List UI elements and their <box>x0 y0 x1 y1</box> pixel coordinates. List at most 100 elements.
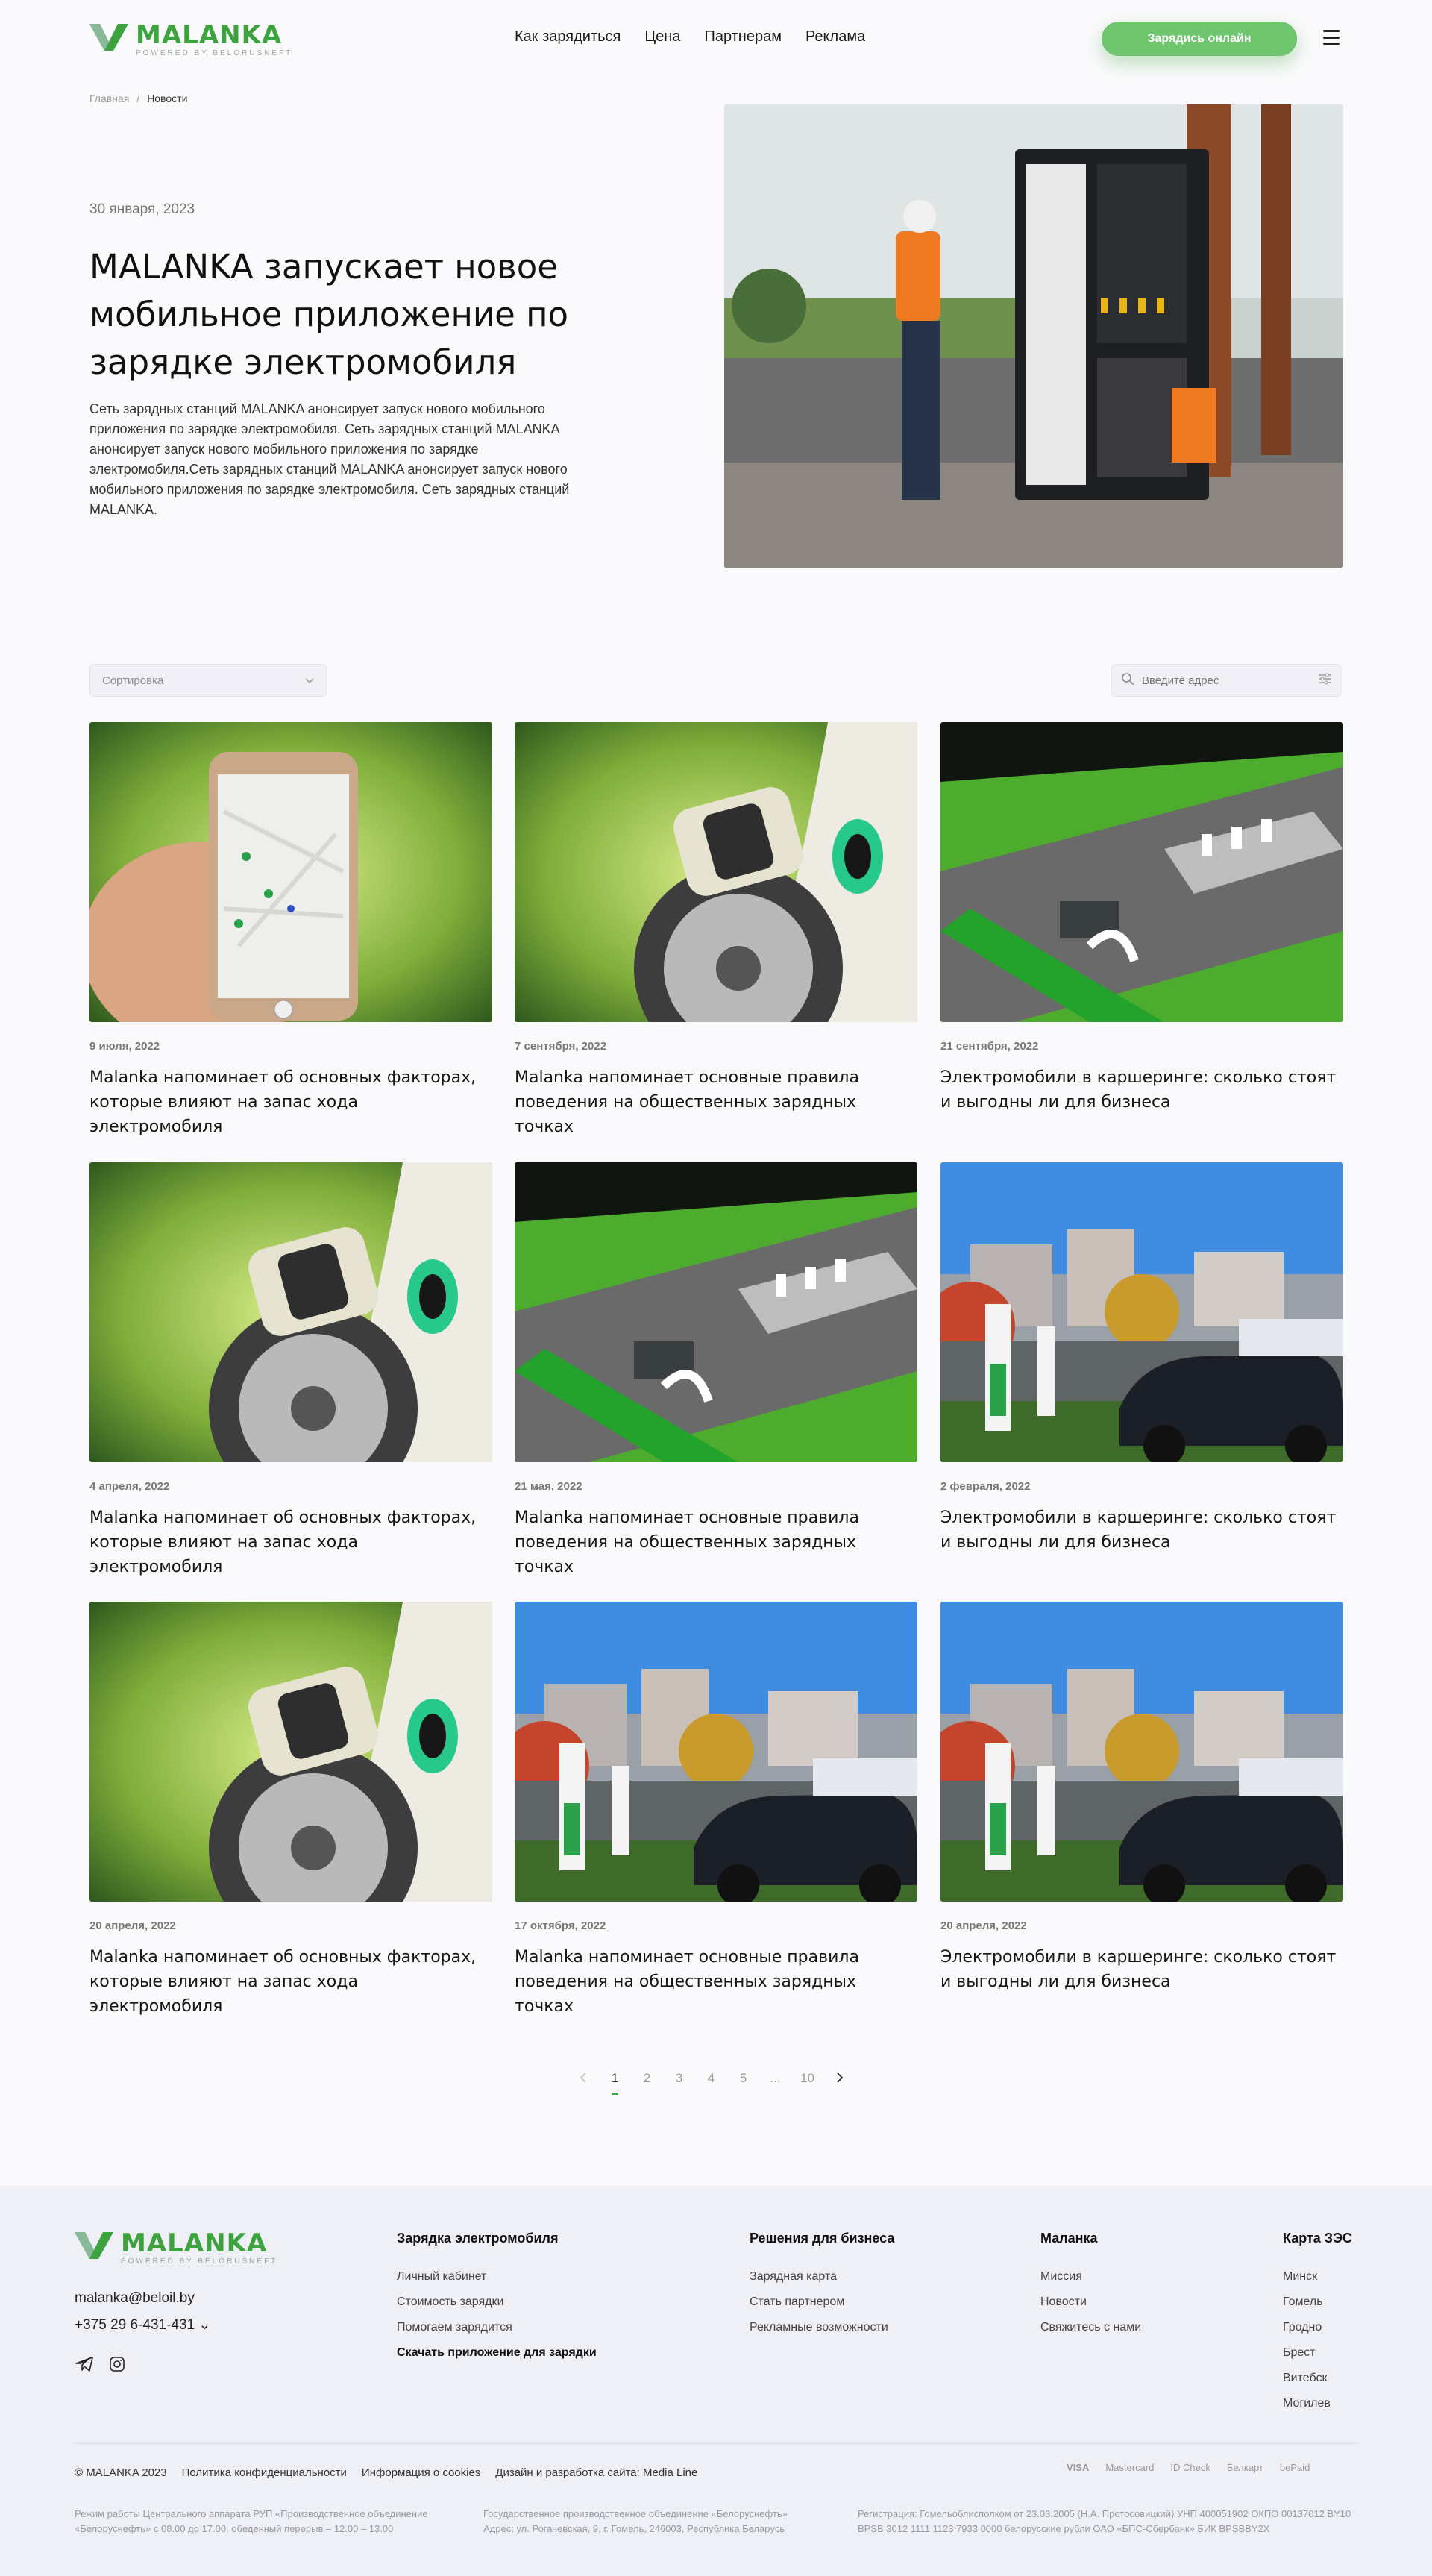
footer-link[interactable]: Минск <box>1283 2270 1352 2284</box>
news-card-date: 2 февраля, 2022 <box>940 1480 1031 1493</box>
nav-partners[interactable]: Партнерам <box>704 28 782 46</box>
logo-mark-icon <box>90 24 128 51</box>
download-app-link[interactable]: Скачать приложение для зарядки <box>397 2346 597 2360</box>
page-ellipsis: ... <box>770 2071 781 2085</box>
mastercard-logo: Mastercard <box>1105 2462 1155 2473</box>
nav-price[interactable]: Цена <box>644 28 680 46</box>
news-card-title[interactable]: Электромобили в каршеринге: сколько стоя… <box>940 1505 1343 1555</box>
page-link-2[interactable]: 2 <box>631 2071 663 2086</box>
footer-logo-tagline: POWERED BY BELORUSNEFT <box>121 2257 278 2266</box>
legal-registration: Регистрация: Гомельоблисполком от 23.03.… <box>858 2508 1351 2534</box>
news-card-title[interactable]: Malanka напоминает основные правила пове… <box>515 1065 917 1139</box>
nav-advertising[interactable]: Реклама <box>806 28 865 46</box>
news-card-date: 20 апреля, 2022 <box>90 1920 176 1932</box>
filter-icon[interactable] <box>1318 673 1331 689</box>
news-card[interactable]: 2 февраля, 2022 Электромобили в каршерин… <box>940 1162 1343 1580</box>
footer-email[interactable]: malanka@beloil.by <box>75 2290 195 2307</box>
news-card-date: 9 июля, 2022 <box>90 1040 160 1053</box>
telegram-icon[interactable] <box>75 2356 94 2376</box>
footer-phone-number: +375 29 6-431-431 <box>75 2317 195 2333</box>
news-card[interactable]: 17 октября, 2022 Malanka напоминает осно… <box>515 1602 917 2019</box>
news-card[interactable]: 4 апреля, 2022 Malanka напоминает об осн… <box>90 1162 492 1580</box>
nav-how-to-charge[interactable]: Как зарядиться <box>515 28 621 46</box>
news-card[interactable]: 20 апреля, 2022 Электромобили в каршерин… <box>940 1602 1343 2019</box>
footer-col-title: Маланка <box>1040 2231 1098 2246</box>
news-card-title[interactable]: Электромобили в каршеринге: сколько стоя… <box>940 1065 1343 1115</box>
footer-link[interactable]: Брест <box>1283 2346 1352 2360</box>
belkart-logo: Белкарт <box>1226 2462 1263 2473</box>
news-card-date: 4 апреля, 2022 <box>90 1480 170 1493</box>
charge-online-button[interactable]: Зарядись онлайн <box>1102 22 1297 56</box>
news-card-title[interactable]: Malanka напоминает основные правила пове… <box>515 1505 917 1579</box>
sort-dropdown[interactable]: Сортировка <box>90 664 327 697</box>
breadcrumb-current: Новости <box>147 93 188 104</box>
news-card-image <box>515 1162 917 1462</box>
footer-col-title: Карта ЗЭС <box>1283 2231 1352 2246</box>
news-card[interactable]: 20 апреля, 2022 Malanka напоминает об ос… <box>90 1602 492 2019</box>
instagram-icon[interactable] <box>109 2356 125 2376</box>
footer-link[interactable]: Стоимость зарядки <box>397 2295 597 2309</box>
hero-date: 30 января, 2023 <box>90 201 195 217</box>
id-check-logo: ID Check <box>1170 2462 1210 2473</box>
hero-text: Сеть зарядных станций MALANKA анонсирует… <box>90 401 570 517</box>
news-card-title[interactable]: Malanka напоминает об основных факторах,… <box>90 1065 492 1139</box>
page-link-1[interactable]: 1 <box>599 2071 631 2095</box>
footer-link[interactable]: Могилев <box>1283 2397 1352 2410</box>
news-card-image <box>515 722 917 1022</box>
footer-link[interactable]: Рекламные возможности <box>750 2321 894 2334</box>
news-card-image <box>90 1162 492 1462</box>
footer-link[interactable]: Свяжитесь с нами <box>1040 2321 1141 2334</box>
page-link-4[interactable]: 4 <box>695 2071 727 2086</box>
cookies-link[interactable]: Информация о cookies <box>362 2466 480 2479</box>
news-card[interactable]: 9 июля, 2022 Malanka напоминает об основ… <box>90 722 492 1140</box>
site-footer: MALANKA POWERED BY BELORUSNEFT malanka@b… <box>0 2186 1432 2576</box>
legal-address: Государственное производственное объедин… <box>483 2508 788 2534</box>
page-link-3[interactable]: 3 <box>663 2071 695 2086</box>
logo-wordmark: MALANKA <box>136 20 283 50</box>
bepaid-logo: bePaid <box>1279 2462 1310 2473</box>
footer-col-business: Решения для бизнеса Зарядная карта Стать… <box>750 2231 894 2346</box>
legal-hours: Режим работы Центрального аппарата РУП «… <box>75 2508 428 2534</box>
breadcrumb-separator: / <box>136 93 140 104</box>
footer-link[interactable]: Гродно <box>1283 2321 1352 2334</box>
hamburger-icon[interactable] <box>1323 30 1340 45</box>
news-card-title[interactable]: Malanka напоминает об основных факторах,… <box>90 1505 492 1579</box>
footer-phone[interactable]: +375 29 6-431-431 ⌄ <box>75 2316 210 2334</box>
developer-link[interactable]: Дизайн и разработка сайта: Media Line <box>495 2466 697 2479</box>
footer-link[interactable]: Миссия <box>1040 2270 1141 2284</box>
news-card-title[interactable]: Malanka напоминает основные правила пове… <box>515 1945 917 2019</box>
hero-title: MALANKA запускает новое мобильное прилож… <box>90 247 569 382</box>
news-card-image <box>90 1602 492 1902</box>
payment-logos: VISA Mastercard ID Check Белкарт bePaid <box>1067 2462 1310 2473</box>
footer-link[interactable]: Помогаем зарядится <box>397 2321 597 2334</box>
footer-link[interactable]: Гомель <box>1283 2295 1352 2309</box>
news-card-image <box>940 722 1343 1022</box>
news-card-date: 7 сентября, 2022 <box>515 1040 607 1053</box>
page-link-5[interactable]: 5 <box>727 2071 759 2086</box>
address-search-input[interactable] <box>1142 674 1310 687</box>
next-page-arrow-icon[interactable] <box>823 2069 855 2088</box>
breadcrumb-home[interactable]: Главная <box>90 93 129 104</box>
logo[interactable]: MALANKA POWERED BY BELORUSNEFT <box>90 22 292 57</box>
news-card-image <box>940 1602 1343 1902</box>
prev-page-arrow-icon[interactable] <box>567 2069 599 2088</box>
footer-col-malanka: Маланка Миссия Новости Свяжитесь с нами <box>1040 2231 1141 2346</box>
news-card-title[interactable]: Электромобили в каршеринге: сколько стоя… <box>940 1945 1343 1994</box>
news-card-title[interactable]: Malanka напоминает об основных факторах,… <box>90 1945 492 2019</box>
privacy-policy-link[interactable]: Политика конфиденциальности <box>182 2466 347 2479</box>
news-card[interactable]: 21 мая, 2022 Malanka напоминает основные… <box>515 1162 917 1580</box>
footer-link[interactable]: Новости <box>1040 2295 1141 2309</box>
footer-logo[interactable]: MALANKA POWERED BY BELORUSNEFT <box>75 2231 277 2266</box>
footer-link[interactable]: Зарядная карта <box>750 2270 894 2284</box>
footer-link[interactable]: Витебск <box>1283 2372 1352 2385</box>
main-nav: Как зарядиться Цена Партнерам Реклама <box>515 28 865 46</box>
sort-label: Сортировка <box>102 674 164 687</box>
footer-col-title: Решения для бизнеса <box>750 2231 895 2246</box>
news-card[interactable]: 7 сентября, 2022 Malanka напоминает осно… <box>515 722 917 1140</box>
news-card[interactable]: 21 сентября, 2022 Электромобили в каршер… <box>940 722 1343 1140</box>
chevron-down-icon: ⌄ <box>198 2317 211 2333</box>
page-link-10[interactable]: 10 <box>791 2071 823 2086</box>
footer-link[interactable]: Личный кабинет <box>397 2270 597 2284</box>
footer-link[interactable]: Стать партнером <box>750 2295 894 2309</box>
chevron-down-icon <box>305 674 314 687</box>
